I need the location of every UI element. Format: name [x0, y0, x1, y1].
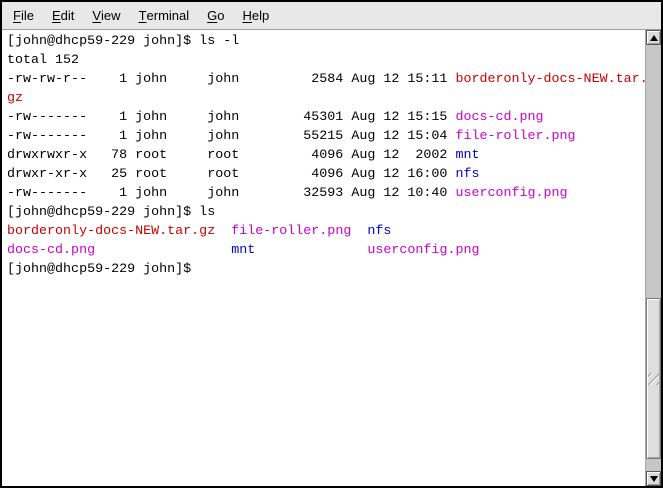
terminal-line: gz	[7, 89, 645, 108]
terminal-line: -rw------- 1 john john 45301 Aug 12 15:1…	[7, 108, 645, 127]
scrollbar-thumb[interactable]	[646, 298, 661, 459]
terminal-line: [john@dhcp59-229 john]$ ls	[7, 203, 645, 222]
terminal-line: -rw-rw-r-- 1 john john 2584 Aug 12 15:11…	[7, 70, 645, 89]
terminal-filename: userconfig.png	[367, 243, 479, 258]
terminal-text	[215, 224, 231, 239]
terminal-line: [john@dhcp59-229 john]$ ls -l	[7, 32, 645, 51]
arrow-up-icon	[650, 35, 658, 41]
arrow-down-icon	[650, 476, 658, 482]
terminal-text	[95, 243, 231, 258]
menu-bar: FileEditViewTerminalGoHelp	[2, 2, 661, 30]
terminal-filename: borderonly-docs-NEW.tar.	[455, 72, 645, 87]
terminal-filename: mnt	[455, 148, 479, 163]
scrollbar[interactable]	[645, 30, 661, 486]
window-content: [john@dhcp59-229 john]$ ls -l total 152 -r…	[2, 30, 661, 486]
menu-item-edit[interactable]: Edit	[43, 2, 83, 29]
terminal-text: -rw------- 1 john john 32593 Aug 12 10:4…	[7, 186, 455, 201]
menu-item-terminal[interactable]: Terminal	[130, 2, 199, 29]
terminal-filename: nfs	[455, 167, 479, 182]
terminal-text: drwxr-xr-x 25 root root 4096 Aug 12 16:0…	[7, 167, 455, 182]
terminal-text: [john@dhcp59-229 john]$	[7, 262, 199, 277]
terminal-filename: file-roller.png	[231, 224, 351, 239]
terminal-text	[255, 243, 367, 258]
terminal-text: -rw-rw-r-- 1 john john 2584 Aug 12 15:11	[7, 72, 455, 87]
terminal-text: total 152	[7, 53, 79, 68]
terminal-line: [john@dhcp59-229 john]$	[7, 260, 645, 279]
terminal-output[interactable]: [john@dhcp59-229 john]$ ls -l total 152 -r…	[2, 30, 645, 486]
terminal-line: borderonly-docs-NEW.tar.gz file-roller.p…	[7, 222, 645, 241]
terminal-filename: file-roller.png	[455, 129, 575, 144]
terminal-text: [john@dhcp59-229 john]$ ls -l	[7, 34, 239, 49]
terminal-text: drwxrwxr-x 78 root root 4096 Aug 12 2002	[7, 148, 455, 163]
terminal-filename: mnt	[231, 243, 255, 258]
scroll-down-button[interactable]	[646, 471, 661, 486]
terminal-filename: userconfig.png	[455, 186, 567, 201]
scrollbar-grip-icon	[648, 373, 659, 385]
terminal-text: -rw------- 1 john john 55215 Aug 12 15:0…	[7, 129, 455, 144]
terminal-line: drwxr-xr-x 25 root root 4096 Aug 12 16:0…	[7, 165, 645, 184]
scroll-up-button[interactable]	[646, 30, 661, 45]
terminal-line: -rw------- 1 john john 32593 Aug 12 10:4…	[7, 184, 645, 203]
terminal-line: docs-cd.png mnt userconfig.png	[7, 241, 645, 260]
menu-item-view[interactable]: View	[83, 2, 129, 29]
terminal-filename: docs-cd.png	[455, 110, 543, 125]
terminal-line: total 152	[7, 51, 645, 70]
terminal-filename: gz	[7, 91, 23, 106]
terminal-text: -rw------- 1 john john 45301 Aug 12 15:1…	[7, 110, 455, 125]
terminal-window: FileEditViewTerminalGoHelp [john@dhcp59-…	[0, 0, 663, 488]
terminal-filename: nfs	[367, 224, 391, 239]
terminal-filename: borderonly-docs-NEW.tar.gz	[7, 224, 215, 239]
menu-item-help[interactable]: Help	[234, 2, 279, 29]
menu-item-file[interactable]: File	[4, 2, 43, 29]
menu-item-go[interactable]: Go	[198, 2, 233, 29]
scrollbar-trough[interactable]	[646, 45, 661, 471]
terminal-text: [john@dhcp59-229 john]$ ls	[7, 205, 215, 220]
terminal-filename: docs-cd.png	[7, 243, 95, 258]
terminal-text	[351, 224, 367, 239]
terminal-line: -rw------- 1 john john 55215 Aug 12 15:0…	[7, 127, 645, 146]
terminal-line: drwxrwxr-x 78 root root 4096 Aug 12 2002…	[7, 146, 645, 165]
